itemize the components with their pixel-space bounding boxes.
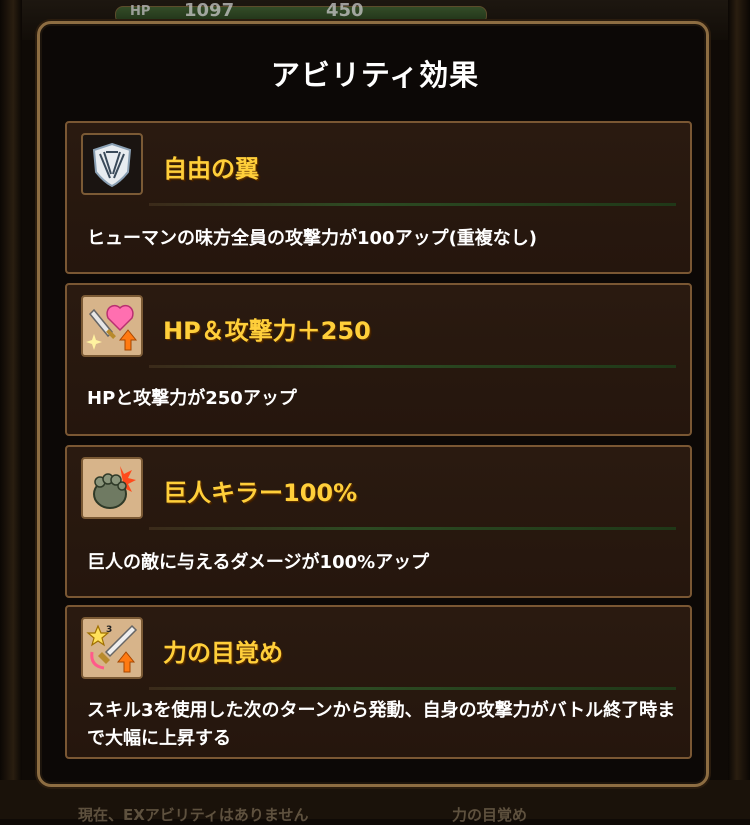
- skill3-sword-up-icon: 3: [81, 617, 143, 679]
- ability-name: 巨人キラー100%: [163, 479, 358, 507]
- background-hp-label: HP: [130, 4, 151, 19]
- ability-card: 3 力の目覚め スキル3を使用した次のターンから発動、自身の攻撃力がバトル終了時…: [65, 605, 692, 759]
- modal-title: アビリティ効果: [270, 58, 480, 92]
- card-divider: [149, 527, 676, 530]
- ability-name: 力の目覚め: [163, 639, 283, 667]
- giant-fist-icon: [81, 457, 143, 519]
- ability-name: 自由の翼: [163, 155, 259, 183]
- ability-description: スキル3を使用した次のターンから発動、自身の攻撃力がバトル終了時まで大幅に上昇す…: [87, 700, 676, 749]
- wings-emblem-icon: [81, 133, 143, 195]
- ability-card: 自由の翼 ヒューマンの味方全員の攻撃力が100アップ(重複なし): [65, 121, 692, 274]
- ability-name: HP＆攻撃力＋250: [163, 317, 371, 345]
- ability-description: HPと攻撃力が250アップ: [87, 388, 297, 409]
- card-divider: [149, 687, 676, 690]
- card-divider: [149, 365, 676, 368]
- background-ex-ability-text: 現在、EXアビリティはありません: [78, 806, 309, 824]
- svg-text:3: 3: [106, 625, 112, 635]
- ability-card: 巨人キラー100% 巨人の敵に与えるダメージが100%アップ: [65, 445, 692, 598]
- sword-heart-up-icon: [81, 295, 143, 357]
- background-frame-right: [728, 0, 750, 819]
- background-hp-value: 1097: [184, 0, 235, 21]
- card-divider: [149, 203, 676, 206]
- ability-card: HP＆攻撃力＋250 HPと攻撃力が250アップ: [65, 283, 692, 436]
- background-attack-value: 450: [326, 0, 364, 21]
- ability-description: 巨人の敵に与えるダメージが100%アップ: [87, 552, 430, 573]
- background-frame-left: [0, 0, 22, 819]
- background-ability-label: 力の目覚め: [452, 806, 528, 824]
- ability-description: ヒューマンの味方全員の攻撃力が100アップ(重複なし): [87, 228, 538, 249]
